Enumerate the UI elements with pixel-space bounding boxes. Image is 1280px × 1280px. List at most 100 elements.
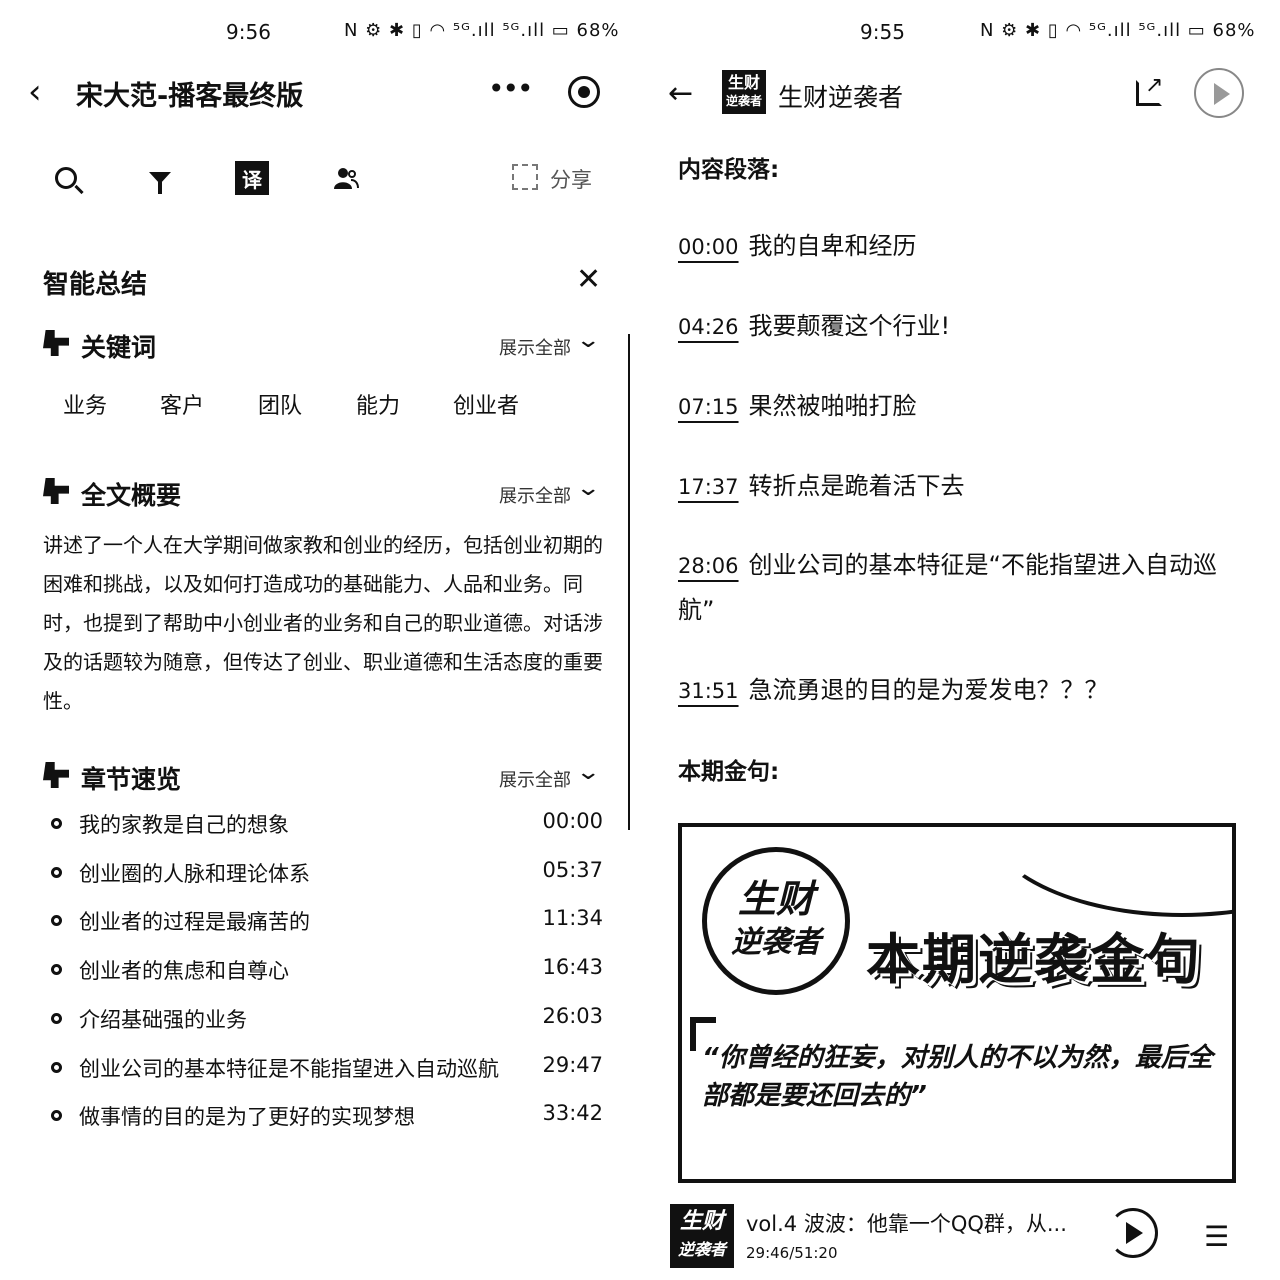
chevron-down-icon[interactable]: ⌄ — [575, 476, 601, 501]
segment-timestamp[interactable]: 17:37 — [678, 475, 739, 499]
record-icon[interactable] — [568, 76, 600, 108]
chapter-time: 11:34 — [542, 906, 603, 930]
chapters-expand-button[interactable]: 展示全部 — [499, 766, 571, 792]
keyword-tag[interactable]: 团队 — [258, 388, 302, 420]
mini-player[interactable]: 生财 逆袭者 vol.4 波波：他靠一个QQ群，从... 29:46/51:20 … — [636, 1196, 1280, 1280]
overview-text: 讲述了一个人在大学期间做家教和创业的经历，包括创业初期的困难和挑战，以及如何打造… — [43, 533, 603, 713]
segment-text: 创业公司的基本特征是“不能指望进入自动巡航” — [678, 551, 1217, 624]
chapter-item[interactable]: 我的家教是自己的想象 00:00 — [48, 808, 608, 840]
segment-timestamp[interactable]: 31:51 — [678, 679, 739, 703]
status-icon-glyphs: N ⚙ ✱ ▯ ◠ ⁵ᴳ.ıll ⁵ᴳ.ıll ▭ — [980, 20, 1206, 41]
search-icon[interactable] — [48, 160, 84, 196]
bullet-icon — [51, 1013, 62, 1024]
chapter-time: 00:00 — [542, 809, 603, 833]
keywords-expand-button[interactable]: 展示全部 — [499, 334, 571, 360]
segment-text: 急流勇退的目的是为爱发电？？？ — [748, 676, 1109, 704]
right-screen: 9:55 N ⚙ ✱ ▯ ◠ ⁵ᴳ.ıll ⁵ᴳ.ıll ▭ 68% ← 生财逆… — [636, 0, 1280, 1280]
left-screen: 9:56 N ⚙ ✱ ▯ ◠ ⁵ᴳ.ıll ⁵ᴳ.ıll ▭ 68% ‹ 宋大范… — [0, 0, 636, 1280]
battery-percent: 68% — [1212, 20, 1256, 41]
bullet-icon — [51, 964, 62, 975]
segment-timestamp[interactable]: 00:00 — [678, 235, 739, 259]
segment-timestamp[interactable]: 04:26 — [678, 315, 739, 339]
share-icon[interactable] — [512, 164, 538, 190]
keyword-tag[interactable]: 客户 — [160, 388, 204, 420]
toolbar: 译 分享 — [0, 160, 636, 200]
keyword-tag[interactable]: 能力 — [356, 388, 400, 420]
overview-title: 全文概要 — [81, 481, 182, 510]
overview-expand-button[interactable]: 展示全部 — [499, 482, 571, 508]
chapter-item[interactable]: 创业者的焦虑和自尊心 16:43 — [48, 954, 608, 986]
chapters-title: 章节速览 — [81, 765, 182, 794]
cover-line: 逆袭者 — [677, 1240, 726, 1259]
back-arrow-icon[interactable]: ← — [668, 76, 693, 111]
decorative-arc — [982, 827, 1232, 917]
chapter-title: 我的家教是自己的想象 — [79, 813, 289, 837]
segment-text: 果然被啪啪打脸 — [748, 392, 917, 420]
more-dots-icon[interactable]: ••• — [488, 72, 534, 105]
keywords-header: 关键词 展示全部 ⌄ — [43, 328, 603, 362]
segment-item: 28:06 创业公司的基本特征是“不能指望进入自动巡航” — [678, 543, 1238, 632]
share-button[interactable]: 分享 — [550, 164, 592, 194]
chapter-time: 33:42 — [542, 1101, 603, 1125]
external-link-icon[interactable] — [1136, 73, 1163, 106]
chevron-down-icon[interactable]: ⌄ — [575, 328, 601, 353]
bullet-icon — [51, 867, 62, 878]
segment-timestamp[interactable]: 28:06 — [678, 554, 739, 578]
status-icons: N ⚙ ✱ ▯ ◠ ⁵ᴳ.ıll ⁵ᴳ.ıll ▭ 68% — [980, 20, 1256, 41]
segment-item: 31:51 急流勇退的目的是为爱发电？？？ — [678, 668, 1238, 713]
chapter-time: 26:03 — [542, 1004, 603, 1028]
overview-header: 全文概要 展示全部 ⌄ — [43, 476, 603, 510]
logo-line: 生财 — [737, 877, 814, 921]
playback-time: 29:46/51:20 — [746, 1244, 838, 1262]
chapter-time: 16:43 — [542, 955, 603, 979]
podcast-title[interactable]: 生财逆袭者 — [778, 78, 903, 114]
segments-title: 内容段落: — [678, 157, 780, 183]
podcast-logo[interactable]: 生财 逆袭者 — [722, 70, 766, 114]
translate-icon[interactable]: 译 — [234, 160, 270, 196]
playlist-icon[interactable]: ☰ — [1204, 1220, 1229, 1253]
back-icon[interactable]: ‹ — [28, 74, 58, 110]
scrollbar[interactable] — [628, 334, 633, 830]
logo-text: 生财 — [727, 73, 760, 92]
battery-percent: 68% — [576, 20, 620, 41]
quote-card-title: 本期逆袭金句 — [866, 928, 1202, 991]
segment-item: 04:26 我要颠覆这个行业! — [678, 304, 1238, 349]
close-icon[interactable]: ✕ — [576, 262, 601, 297]
segment-timestamp[interactable]: 07:15 — [678, 395, 739, 419]
page-title: 宋大范-播客最终版 — [76, 81, 304, 112]
play-icon[interactable] — [1108, 1208, 1158, 1258]
people-icon[interactable] — [328, 160, 364, 196]
chapter-item[interactable]: 做事情的目的是为了更好的实现梦想 33:42 — [48, 1100, 608, 1132]
chapter-item[interactable]: 创业者的过程是最痛苦的 11:34 — [48, 905, 608, 937]
segment-item: 00:00 我的自卑和经历 — [678, 224, 1238, 269]
ai-section-icon — [43, 478, 69, 504]
status-time: 9:56 — [226, 20, 271, 44]
keyword-tag[interactable]: 业务 — [63, 388, 107, 420]
cover-line: 生财 — [679, 1209, 724, 1234]
chapter-item[interactable]: 创业圈的人脉和理论体系 05:37 — [48, 857, 608, 889]
quote-card-logo: 生财 逆袭者 — [702, 847, 850, 995]
bullet-icon — [51, 818, 62, 829]
logo-line: 逆袭者 — [731, 925, 821, 960]
play-circle-icon[interactable] — [1194, 68, 1244, 118]
keywords-title: 关键词 — [81, 333, 157, 362]
ai-section-icon — [43, 330, 69, 356]
segment-text: 我要颠覆这个行业! — [748, 312, 951, 340]
chapter-title: 创业者的过程是最痛苦的 — [79, 910, 310, 934]
chapter-title: 创业公司的基本特征是不能指望进入自动巡航 — [79, 1057, 499, 1081]
chevron-down-icon[interactable]: ⌄ — [575, 760, 601, 785]
quote-text: “你曾经的狂妄，对别人的不以为然，最后全部都是要还回去的” — [702, 1043, 1213, 1111]
keyword-tag[interactable]: 创业者 — [453, 388, 519, 420]
filter-icon[interactable] — [142, 160, 178, 196]
chapter-title: 介绍基础强的业务 — [79, 1008, 247, 1032]
logo-text: 逆袭者 — [725, 94, 762, 108]
status-icons: N ⚙ ✱ ▯ ◠ ⁵ᴳ.ıll ⁵ᴳ.ıll ▭ 68% — [344, 20, 620, 41]
bullet-icon — [51, 1110, 62, 1121]
chapter-item[interactable]: 介绍基础强的业务 26:03 — [48, 1003, 608, 1035]
quote-card-image[interactable]: 生财 逆袭者 本期逆袭金句 “你曾经的狂妄，对别人的不以为然，最后全部都是要还回… — [678, 823, 1236, 1183]
episode-title[interactable]: vol.4 波波：他靠一个QQ群，从... — [746, 1208, 1067, 1238]
chapter-title: 创业圈的人脉和理论体系 — [79, 862, 310, 886]
segment-text: 转折点是跪着活下去 — [748, 472, 965, 500]
chapter-title: 做事情的目的是为了更好的实现梦想 — [79, 1105, 415, 1129]
chapter-item[interactable]: 创业公司的基本特征是不能指望进入自动巡航 29:47 — [48, 1052, 608, 1084]
